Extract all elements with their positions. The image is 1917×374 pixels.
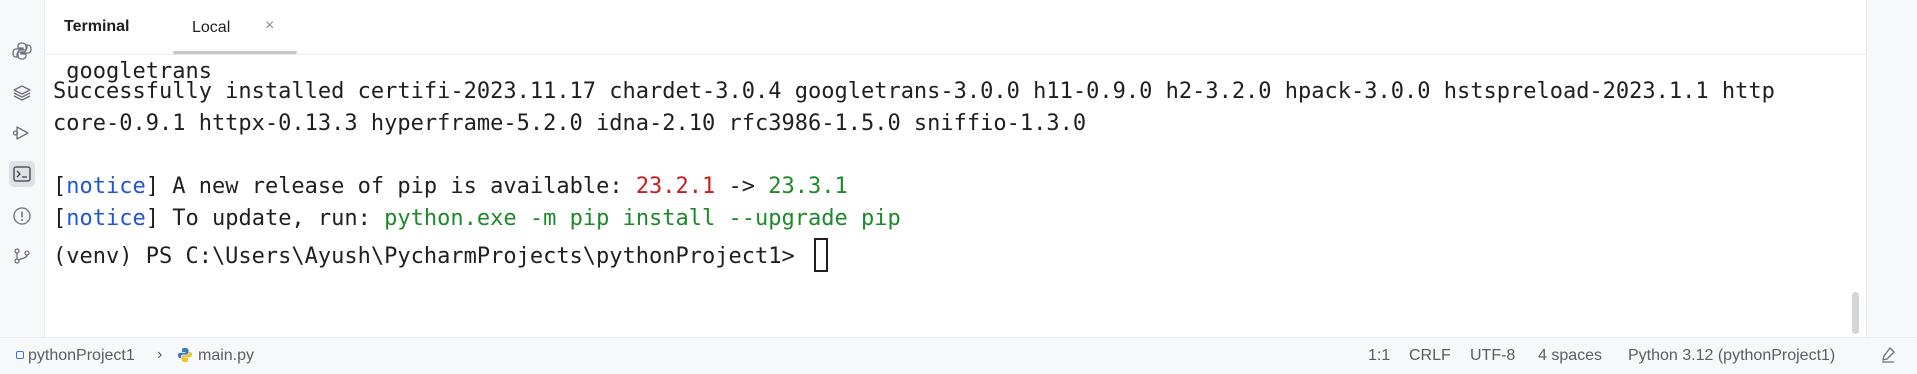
- shell-prompt: (venv) PS C:\Users\Ayush\PycharmProjects…: [53, 244, 808, 269]
- notice-text: A new release of pip is available:: [158, 174, 636, 199]
- upgrade-command: python.exe -m pip install --upgrade pip: [384, 206, 901, 231]
- terminal-header: Terminal Local ×: [45, 0, 1866, 55]
- bracket: ]: [145, 174, 159, 199]
- active-tab-indicator: [173, 51, 297, 54]
- notice-text: To update, run:: [158, 206, 385, 231]
- chevron-right-icon: ›: [157, 346, 163, 363]
- lock-icon[interactable]: [1880, 346, 1896, 369]
- line-ending[interactable]: CRLF: [1409, 347, 1451, 365]
- git-icon[interactable]: [9, 243, 35, 269]
- notice-line-2: [notice] To update, run: python.exe -m p…: [53, 206, 901, 232]
- new-version: 23.3.1: [768, 174, 848, 199]
- services-icon[interactable]: [9, 120, 35, 146]
- indent-setting[interactable]: 4 spaces: [1538, 347, 1602, 365]
- tab-label: Local: [192, 19, 231, 36]
- status-bar: pythonProject1 › main.py 1:1 CRLF UTF-8 …: [0, 337, 1917, 374]
- bracket: [: [53, 206, 67, 231]
- tool-window-title: Terminal: [64, 18, 130, 35]
- arrow: ->: [715, 174, 769, 199]
- left-tool-strip: [0, 0, 45, 337]
- notice-tag: notice: [66, 174, 146, 199]
- output-line: core-0.9.1 httpx-0.13.3 hyperframe-5.2.0…: [53, 111, 1087, 136]
- bracket: [: [53, 174, 67, 199]
- text-cursor: [813, 238, 828, 272]
- terminal-icon[interactable]: [9, 161, 35, 187]
- file-encoding[interactable]: UTF-8: [1470, 347, 1515, 365]
- caret-position[interactable]: 1:1: [1368, 347, 1390, 365]
- problems-icon[interactable]: [9, 203, 35, 229]
- close-icon[interactable]: ×: [265, 17, 274, 35]
- tab-local[interactable]: Local ×: [165, 0, 297, 54]
- right-tool-strip: [1866, 0, 1917, 337]
- notice-line-1: [notice] A new release of pip is availab…: [53, 174, 848, 200]
- bracket: ]: [145, 206, 159, 231]
- breadcrumb-file[interactable]: main.py: [177, 347, 254, 365]
- module-icon: [16, 351, 24, 359]
- vertical-scrollbar[interactable]: [1852, 292, 1859, 334]
- python-interpreter[interactable]: Python 3.12 (pythonProject1): [1628, 347, 1835, 365]
- breadcrumb-project[interactable]: pythonProject1: [16, 347, 135, 365]
- terminal-output[interactable]: googletrans Successfully installed certi…: [45, 55, 1866, 337]
- python-console-icon[interactable]: [9, 38, 35, 64]
- output-line: Successfully installed certifi-2023.11.1…: [53, 79, 1775, 104]
- python-file-icon: [178, 348, 192, 362]
- old-version: 23.2.1: [635, 174, 716, 199]
- layers-icon[interactable]: [9, 80, 35, 106]
- prompt-line[interactable]: (venv) PS C:\Users\Ayush\PycharmProjects…: [53, 238, 828, 272]
- notice-tag: notice: [66, 206, 146, 231]
